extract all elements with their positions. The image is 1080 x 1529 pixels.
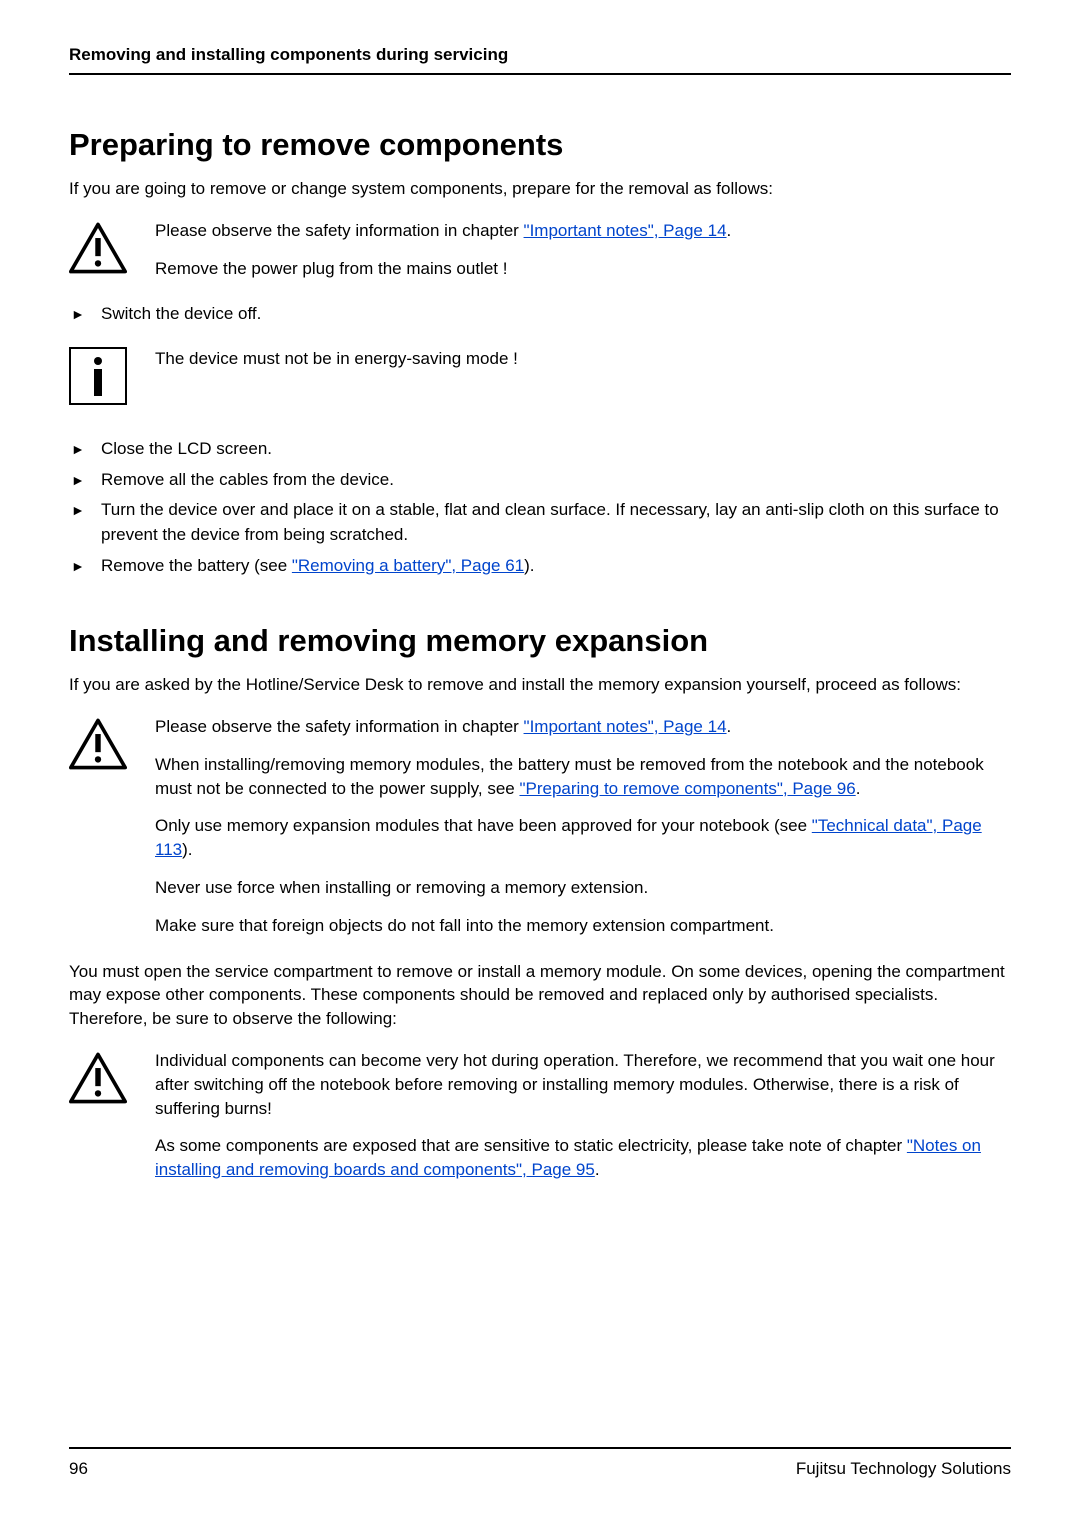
intro-preparing: If you are going to remove or change sys… <box>69 177 1011 201</box>
heading-memory: Installing and removing memory expansion <box>69 623 1011 659</box>
step-turn-over: Turn the device over and place it on a s… <box>69 498 1011 547</box>
warn2-p3-a: Only use memory expansion modules that h… <box>155 816 812 835</box>
heading-preparing: Preparing to remove components <box>69 127 1011 163</box>
intro-memory: If you are asked by the Hotline/Service … <box>69 673 1011 697</box>
link-removing-battery[interactable]: "Removing a battery", Page 61 <box>292 556 524 575</box>
step-switch-off: Switch the device off. <box>69 302 1011 327</box>
warning-block-3: Individual components can become very ho… <box>69 1049 1011 1182</box>
warning-block-1: Please observe the safety information in… <box>69 219 1011 281</box>
header-title: Removing and installing components durin… <box>69 45 508 64</box>
section-preparing: Preparing to remove components If you ar… <box>69 127 1011 578</box>
warn1-text-a: Please observe the safety information in… <box>155 221 524 240</box>
warning-text-2: Please observe the safety information in… <box>155 715 1011 938</box>
page-number: 96 <box>69 1459 88 1479</box>
mid-paragraph: You must open the service compartment to… <box>69 960 1011 1031</box>
warn2-p1-b: . <box>727 717 732 736</box>
info-text-1: The device must not be in energy-saving … <box>155 347 1011 371</box>
warn1-text-b: . <box>727 221 732 240</box>
warn3-p2-a: As some components are exposed that are … <box>155 1136 907 1155</box>
warn3-p1: Individual components can become very ho… <box>155 1049 1011 1120</box>
step-close-lcd: Close the LCD screen. <box>69 437 1011 462</box>
info-block-1: The device must not be in energy-saving … <box>69 347 1011 405</box>
step5-text-a: Remove the battery (see <box>101 556 292 575</box>
step5-text-b: ). <box>524 556 534 575</box>
warning-text-3: Individual components can become very ho… <box>155 1049 1011 1182</box>
step-remove-battery: Remove the battery (see "Removing a batt… <box>69 554 1011 579</box>
step-remove-cables: Remove all the cables from the device. <box>69 468 1011 493</box>
step-list-1: Switch the device off. <box>69 302 1011 327</box>
page-header: Removing and installing components durin… <box>69 45 1011 75</box>
warning-text-1: Please observe the safety information in… <box>155 219 1011 281</box>
warn3-p2-b: . <box>595 1160 600 1179</box>
link-important-notes-2[interactable]: "Important notes", Page 14 <box>524 717 727 736</box>
warning-icon <box>69 715 127 773</box>
warn1-line2: Remove the power plug from the mains out… <box>155 257 1011 281</box>
link-important-notes-1[interactable]: "Important notes", Page 14 <box>524 221 727 240</box>
warning-icon <box>69 219 127 277</box>
info-icon <box>69 347 127 405</box>
warning-icon <box>69 1049 127 1107</box>
company-name: Fujitsu Technology Solutions <box>796 1459 1011 1479</box>
step-list-2: Close the LCD screen. Remove all the cab… <box>69 437 1011 578</box>
info1-text: The device must not be in energy-saving … <box>155 347 1011 371</box>
warn2-p1-a: Please observe the safety information in… <box>155 717 524 736</box>
warn2-p5: Make sure that foreign objects do not fa… <box>155 914 1011 938</box>
page-footer: 96 Fujitsu Technology Solutions <box>69 1447 1011 1479</box>
warn2-p2-b: . <box>856 779 861 798</box>
section-memory: Installing and removing memory expansion… <box>69 623 1011 1182</box>
warning-block-2: Please observe the safety information in… <box>69 715 1011 938</box>
warn2-p3-b: ). <box>182 840 192 859</box>
link-preparing-remove[interactable]: "Preparing to remove components", Page 9… <box>519 779 855 798</box>
warn2-p4: Never use force when installing or remov… <box>155 876 1011 900</box>
